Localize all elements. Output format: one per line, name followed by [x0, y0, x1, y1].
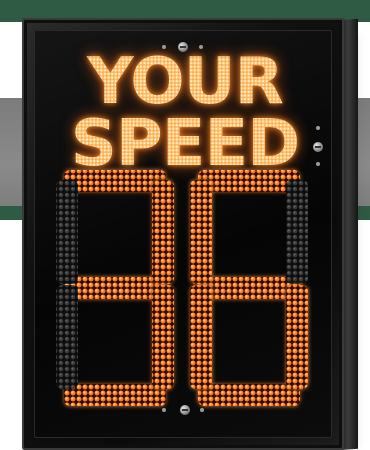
digit-2-segment-g-lit — [198, 277, 300, 299]
digit-1-segment-g-lit — [64, 277, 166, 299]
digit-2-segment-b-unlit — [286, 180, 308, 284]
digit-1-segment-b-lit — [152, 180, 174, 284]
digit-1-segment-d-lit — [64, 384, 166, 406]
side-rivet-upper — [316, 126, 320, 130]
digit-1-segment-f-unlit — [56, 180, 78, 284]
digit-2-segment-a-lit — [198, 170, 300, 192]
digit-2-segment-d-lit — [198, 384, 300, 406]
digit-2-segment-e-lit — [190, 285, 212, 389]
digit-1-segment-c-lit — [152, 285, 174, 389]
digit-2-segment-f-lit — [190, 180, 212, 284]
digit-1-segment-e-unlit — [56, 285, 78, 389]
digit-2-segment-c-lit — [286, 285, 308, 389]
digit-1-segment-a-lit — [64, 170, 166, 192]
speed-digits-display — [34, 150, 334, 420]
